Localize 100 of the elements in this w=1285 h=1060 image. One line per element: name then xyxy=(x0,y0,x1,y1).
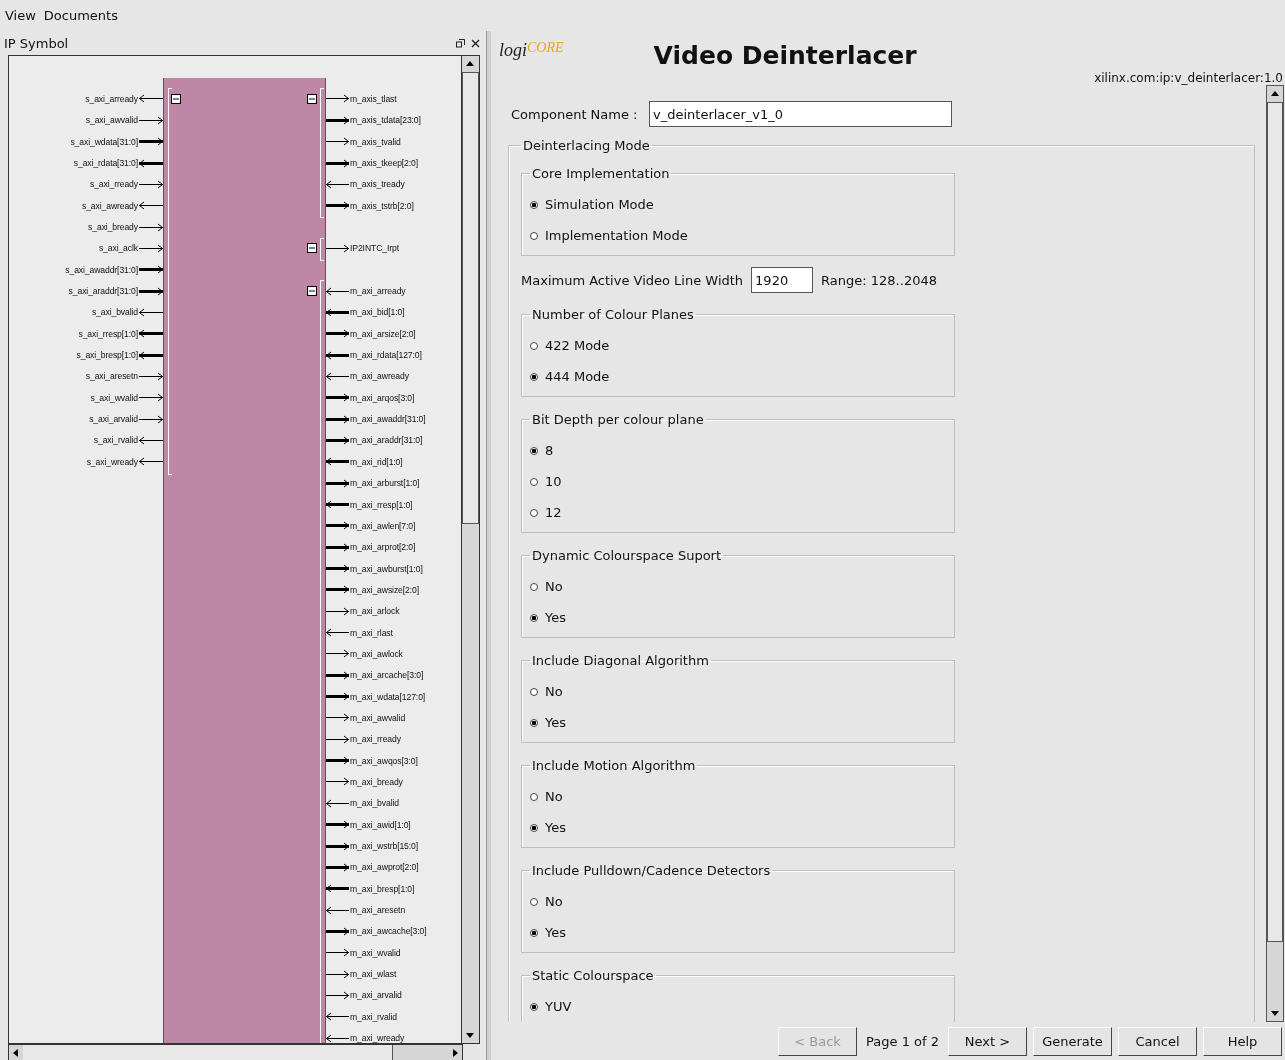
panel-title: IP Symbol xyxy=(4,35,70,51)
pin-label: m_axi_awcache[3:0] xyxy=(350,926,427,937)
scrollbar[interactable] xyxy=(1266,85,1284,1022)
pin-label: m_axi_arqos[3:0] xyxy=(350,392,415,403)
radio-option[interactable]: No xyxy=(530,676,946,707)
pin-label: s_axi_rvalid xyxy=(93,435,138,446)
radio-option[interactable]: 8 xyxy=(530,435,946,466)
pin-label: m_axis_tready xyxy=(350,179,405,190)
radio-option[interactable]: 12 xyxy=(530,497,946,528)
radio-option[interactable]: No xyxy=(530,781,946,812)
collapse-icon[interactable] xyxy=(307,93,317,104)
field-label: Component Name : xyxy=(511,106,639,122)
pin-label: s_axi_awready xyxy=(81,200,138,211)
pin-label: s_axi_rdata[31:0] xyxy=(73,158,138,168)
radio-option[interactable]: Yes xyxy=(530,917,946,948)
pin-label: m_axis_tvalid xyxy=(350,136,401,147)
radio-option[interactable]: Implementation Mode xyxy=(530,220,946,251)
float-icon[interactable] xyxy=(456,38,465,48)
pin-label: IP2INTC_Irpt xyxy=(350,243,399,254)
close-icon[interactable] xyxy=(471,38,480,48)
pin-label: m_axis_tdata[23:0] xyxy=(350,115,421,126)
pin-label: m_axis_tstrb[2:0] xyxy=(350,200,414,211)
pin-label: m_axi_awsize[2:0] xyxy=(350,584,419,595)
scrollbar[interactable] xyxy=(461,55,480,1044)
radio-option[interactable]: 422 Mode xyxy=(530,330,946,361)
logo: logi$^{CORE}$ xyxy=(499,40,564,61)
dialog-title: Video Deinterlacer xyxy=(653,41,917,70)
pin-label: m_axi_wstrb[15:0] xyxy=(350,841,419,851)
section-title: Deinterlacing Mode xyxy=(522,138,651,153)
pin-label: m_axi_rvalid xyxy=(350,1011,398,1022)
line-width-field[interactable]: 1920 xyxy=(751,267,814,293)
radio-option[interactable]: Simulation Mode xyxy=(530,189,946,220)
collapse-icon[interactable] xyxy=(307,243,317,254)
scrollbar[interactable] xyxy=(8,1044,463,1060)
pin-label: m_axi_rlast xyxy=(350,627,393,638)
page-indicator: Page 1 of 2 xyxy=(866,1033,939,1049)
pin-label: s_axi_awaddr[31:0] xyxy=(65,264,138,275)
wizard-button[interactable]: Help xyxy=(1203,1026,1282,1056)
group-title: Include Motion Algorithm xyxy=(531,758,697,773)
radio-option[interactable]: No xyxy=(530,571,946,602)
radio-option[interactable]: 10 xyxy=(530,466,946,497)
pin-label: m_axi_rid[1:0] xyxy=(350,456,403,467)
pin-label: s_axi_rready xyxy=(90,179,138,190)
menu-item[interactable]: Documents xyxy=(43,8,118,23)
pin-label: s_axi_aresetn xyxy=(85,371,138,382)
pin-label: m_axi_arcache[3:0] xyxy=(350,670,424,681)
pin-label: m_axi_bready xyxy=(350,776,403,787)
pin-label: m_axi_awprot[2:0] xyxy=(350,862,419,873)
pin-label: m_axi_rresp[1:0] xyxy=(350,499,413,510)
wizard-button[interactable]: Cancel xyxy=(1118,1026,1197,1056)
radio-option[interactable]: No xyxy=(530,886,946,917)
pin-label: s_axi_wready xyxy=(86,456,138,467)
radio-option[interactable]: Yes xyxy=(530,707,946,738)
component-name-field[interactable]: v_deinterlacer_v1_0 xyxy=(649,101,952,127)
pin-label: s_axi_arvalid xyxy=(89,414,138,425)
pin-label: m_axi_awvalid xyxy=(350,712,406,723)
pin-label: m_axi_araddr[31:0] xyxy=(350,435,423,446)
pin-label: m_axi_rdata[127:0] xyxy=(350,350,422,361)
scroll-thumb[interactable] xyxy=(462,72,479,524)
collapse-icon[interactable] xyxy=(307,285,317,296)
pin-label: s_axi_aclk xyxy=(98,243,138,254)
group-title: Dynamic Colourspace Suport xyxy=(531,548,723,563)
group-title: Core Implementation xyxy=(531,166,671,181)
pin-label: m_axi_arready xyxy=(350,286,406,297)
pin-label: s_axi_bready xyxy=(88,222,138,233)
scroll-thumb[interactable] xyxy=(23,1045,393,1060)
field-label: Maximum Active Video Line Width xyxy=(521,272,744,288)
radio-option[interactable]: Yes xyxy=(530,602,946,633)
radio-option[interactable]: 444 Mode xyxy=(530,361,946,392)
pin-label: m_axi_bid[1:0] xyxy=(350,307,405,318)
wizard-button[interactable]: Next > xyxy=(948,1026,1027,1056)
pin-label: m_axi_arvalid xyxy=(350,990,402,1001)
pin-label: m_axi_awlock xyxy=(350,648,403,659)
pin-label: m_axi_wvalid xyxy=(350,947,401,958)
pin-label: m_axi_aresetn xyxy=(350,905,406,916)
menu-item[interactable]: View xyxy=(5,8,36,23)
pin-label: m_axi_wdata[127:0] xyxy=(350,691,426,702)
group-title: Include Diagonal Algorithm xyxy=(531,653,710,668)
pin-label: m_axis_tkeep[2:0] xyxy=(350,158,419,168)
scroll-thumb[interactable] xyxy=(1267,102,1283,942)
pin-label: s_axi_wvalid xyxy=(90,392,138,403)
pin-label: s_axi_rresp[1:0] xyxy=(78,328,138,339)
pin-label: m_axi_awready xyxy=(350,371,409,382)
wizard-button[interactable]: Generate xyxy=(1033,1026,1112,1056)
range-hint: Range: 128..2048 xyxy=(821,272,937,288)
pin-label: m_axi_awqos[3:0] xyxy=(350,755,418,766)
radio-option[interactable]: YUV xyxy=(530,991,946,1022)
pin-label: m_axi_awburst[1:0] xyxy=(350,563,423,574)
collapse-icon[interactable] xyxy=(171,93,181,104)
group-title: Number of Colour Planes xyxy=(531,307,695,322)
pin-label: m_axi_wlast xyxy=(350,969,397,980)
pin-label: m_axi_wready xyxy=(350,1033,405,1043)
pin-label: m_axi_awlen[7:0] xyxy=(350,520,416,531)
pin-label: m_axi_rready xyxy=(350,734,401,745)
radio-option[interactable]: Yes xyxy=(530,812,946,843)
pin-label: s_axi_wdata[31:0] xyxy=(70,136,138,147)
pin-label: s_axi_arready xyxy=(85,93,138,104)
group-title: Bit Depth per colour plane xyxy=(531,412,705,427)
pin-label: m_axis_tlast xyxy=(350,93,397,104)
pin-label: s_axi_awvalid xyxy=(85,115,138,126)
